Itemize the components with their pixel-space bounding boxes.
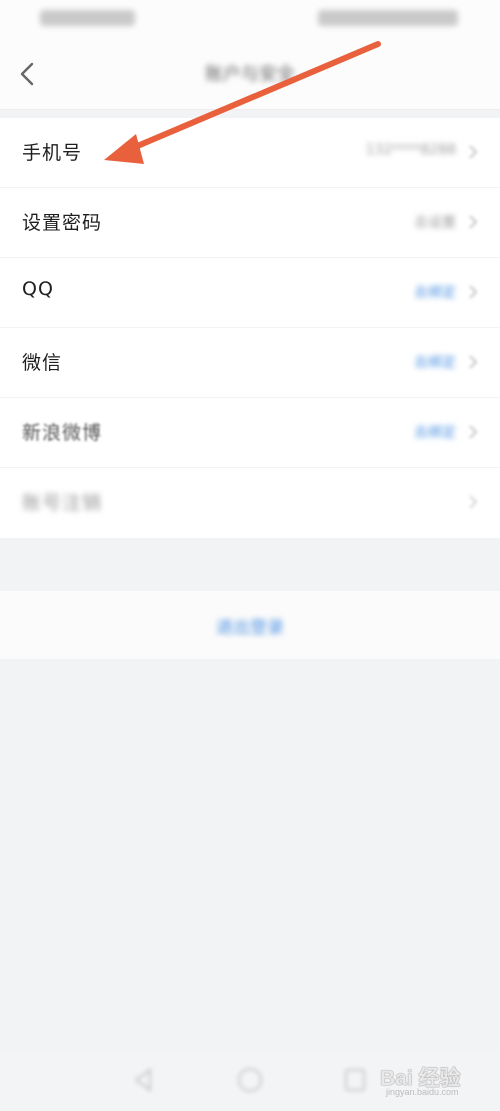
system-back-icon[interactable] xyxy=(130,1066,156,1094)
chevron-right-icon xyxy=(469,355,478,369)
phone-value: 132****8288 xyxy=(365,142,456,158)
watermark-url: jingyan.baidu.com xyxy=(386,1087,459,1097)
settings-list: 手机号 132****8288 设置密码 去设置 QQ 去绑定 微信 去绑定 新… xyxy=(0,118,500,538)
qq-label: QQ xyxy=(22,278,54,300)
logout-label: 退出登录 xyxy=(216,618,284,638)
chevron-right-icon xyxy=(469,285,478,299)
system-recents-icon[interactable] xyxy=(342,1066,368,1094)
back-icon[interactable] xyxy=(14,60,40,88)
weibo-label: 新浪微博 xyxy=(22,422,103,444)
chevron-right-icon xyxy=(469,145,478,159)
password-label: 设置密码 xyxy=(22,212,103,234)
signal-indicators xyxy=(40,10,135,26)
qq-row[interactable]: QQ 去绑定 xyxy=(0,258,500,328)
battery-time-indicators xyxy=(318,10,458,26)
system-home-icon[interactable] xyxy=(236,1066,264,1094)
baidu-jingyan-watermark: Bai 经验 jingyan.baidu.com xyxy=(380,1056,495,1104)
wechat-label: 微信 xyxy=(22,352,63,374)
chevron-right-icon xyxy=(469,425,478,439)
chevron-right-icon xyxy=(469,495,478,509)
wechat-bind-link[interactable]: 去绑定 xyxy=(414,352,456,372)
status-bar xyxy=(0,0,500,38)
password-row[interactable]: 设置密码 去设置 xyxy=(0,188,500,258)
account-deletion-label: 账号注销 xyxy=(22,492,103,514)
account-deletion-row[interactable]: 账号注销 xyxy=(0,468,500,538)
navigation-bar: 账户与安全 xyxy=(0,38,500,110)
password-value: 去设置 xyxy=(414,215,456,231)
section-divider xyxy=(0,543,500,591)
page-title: 账户与安全 xyxy=(205,64,295,85)
weibo-row[interactable]: 新浪微博 去绑定 xyxy=(0,398,500,468)
logout-button[interactable]: 退出登录 xyxy=(0,591,500,659)
qq-bind-link[interactable]: 去绑定 xyxy=(414,282,456,302)
chevron-right-icon xyxy=(469,215,478,229)
weibo-bind-link[interactable]: 去绑定 xyxy=(414,422,456,442)
phone-label: 手机号 xyxy=(22,142,83,164)
phone-row[interactable]: 手机号 132****8288 xyxy=(0,118,500,188)
wechat-row[interactable]: 微信 去绑定 xyxy=(0,328,500,398)
